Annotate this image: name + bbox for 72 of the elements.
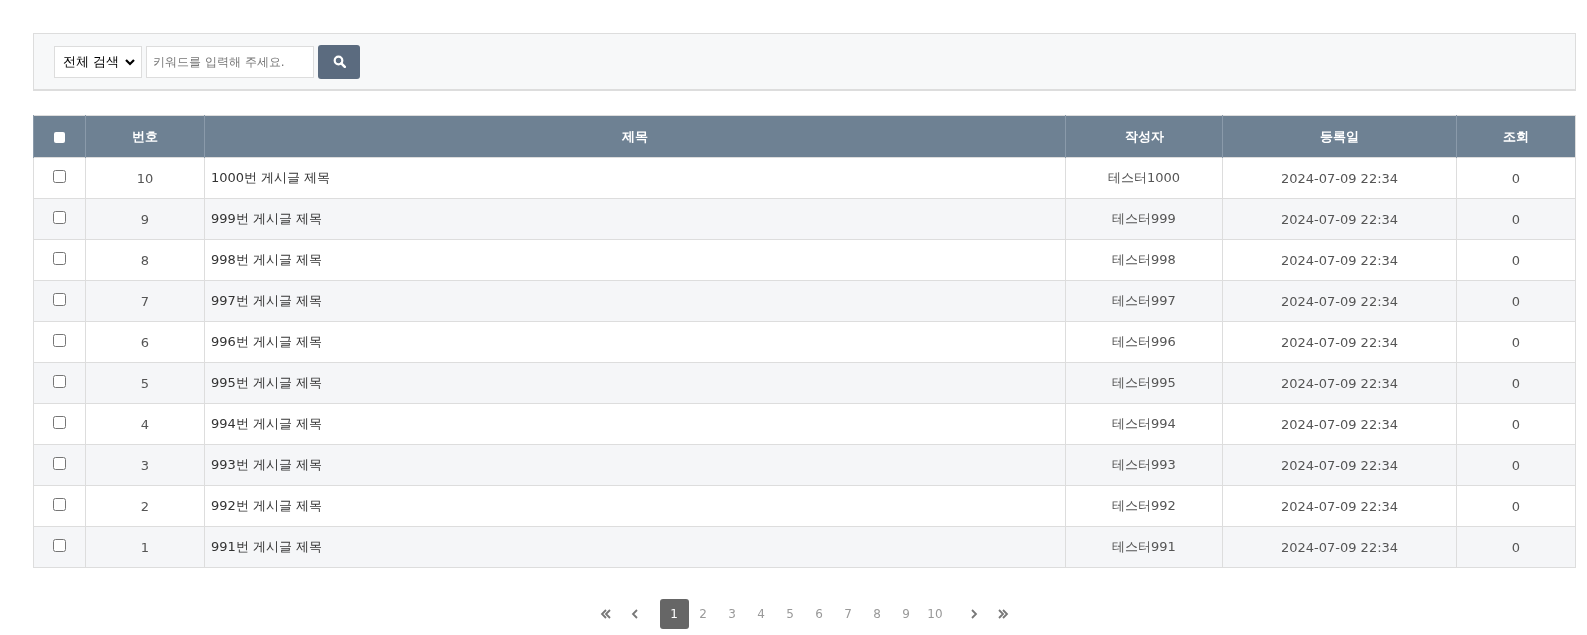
search-button[interactable]: [318, 44, 361, 79]
keyword-field[interactable]: 키워드를 입력해 주세요.: [146, 45, 315, 78]
title-cell[interactable]: 998번 게시글 제목: [204, 239, 1066, 281]
title-cell[interactable]: 995번 게시글 제목: [204, 362, 1066, 404]
author-cell: 테스터994: [1065, 403, 1223, 445]
date-cell: 2024-07-09 22:34: [1222, 239, 1457, 281]
row-checkbox[interactable]: [53, 170, 66, 183]
author-cell: 테스터992: [1065, 485, 1223, 527]
row-checkbox[interactable]: [53, 211, 66, 224]
title-cell[interactable]: 994번 게시글 제목: [204, 403, 1066, 445]
chevron-down-icon: [125, 57, 136, 66]
date-cell: 2024-07-09 22:34: [1222, 485, 1457, 527]
column-header: 등록일: [1222, 115, 1457, 158]
title-cell[interactable]: 999번 게시글 제목: [204, 198, 1066, 240]
author-cell: 테스터996: [1065, 321, 1223, 363]
column-header: 조회: [1456, 115, 1576, 158]
date-cell: 2024-07-09 22:34: [1222, 198, 1457, 240]
author-cell: 테스터991: [1065, 526, 1223, 568]
views-cell: 0: [1456, 239, 1576, 281]
row-checkbox[interactable]: [53, 375, 66, 388]
number-cell: 2: [85, 485, 205, 527]
row-checkbox[interactable]: [53, 539, 66, 552]
column-header: 제목: [204, 115, 1066, 158]
title-cell[interactable]: 991번 게시글 제목: [204, 526, 1066, 568]
row-checkbox[interactable]: [53, 252, 66, 265]
column-header: 작성자: [1065, 115, 1223, 158]
author-cell: 테스터999: [1065, 198, 1223, 240]
number-cell: 9: [85, 198, 205, 240]
title-cell[interactable]: 992번 게시글 제목: [204, 485, 1066, 527]
number-cell: 1: [85, 526, 205, 568]
author-cell: 테스터998: [1065, 239, 1223, 281]
number-cell: 5: [85, 362, 205, 404]
date-cell: 2024-07-09 22:34: [1222, 362, 1457, 404]
date-cell: 2024-07-09 22:34: [1222, 157, 1457, 199]
author-cell: 테스터993: [1065, 444, 1223, 486]
row-checkbox[interactable]: [53, 293, 66, 306]
row-checkbox[interactable]: [53, 498, 66, 511]
views-cell: 0: [1456, 198, 1576, 240]
views-cell: 0: [1456, 485, 1576, 527]
select-all-checkbox[interactable]: [54, 132, 65, 143]
views-cell: 0: [1456, 157, 1576, 199]
title-cell[interactable]: 997번 게시글 제목: [204, 280, 1066, 322]
author-cell: 테스터995: [1065, 362, 1223, 404]
number-cell: 10: [85, 157, 205, 199]
date-cell: 2024-07-09 22:34: [1222, 321, 1457, 363]
author-cell: 테스터1000: [1065, 157, 1223, 199]
number-cell: 6: [85, 321, 205, 363]
title-cell[interactable]: 993번 게시글 제목: [204, 444, 1066, 486]
number-cell: 8: [85, 239, 205, 281]
number-cell: 3: [85, 444, 205, 486]
views-cell: 0: [1456, 362, 1576, 404]
views-cell: 0: [1456, 403, 1576, 445]
date-cell: 2024-07-09 22:34: [1222, 280, 1457, 322]
date-cell: 2024-07-09 22:34: [1222, 403, 1457, 445]
column-header: 번호: [85, 115, 205, 158]
row-checkbox[interactable]: [53, 416, 66, 429]
search-icon: [332, 55, 346, 68]
number-cell: 4: [85, 403, 205, 445]
views-cell: 0: [1456, 280, 1576, 322]
row-checkbox[interactable]: [53, 334, 66, 347]
row-checkbox[interactable]: [53, 457, 66, 470]
page-link[interactable]: 1: [659, 599, 689, 629]
title-cell[interactable]: 1000번 게시글 제목: [204, 157, 1066, 199]
search-scope-dropdown[interactable]: 전체 검색: [54, 45, 143, 78]
date-cell: 2024-07-09 22:34: [1222, 526, 1457, 568]
author-cell: 테스터997: [1065, 280, 1223, 322]
title-cell[interactable]: 996번 게시글 제목: [204, 321, 1066, 363]
number-cell: 7: [85, 280, 205, 322]
views-cell: 0: [1456, 444, 1576, 486]
views-cell: 0: [1456, 321, 1576, 363]
date-cell: 2024-07-09 22:34: [1222, 444, 1457, 486]
views-cell: 0: [1456, 526, 1576, 568]
